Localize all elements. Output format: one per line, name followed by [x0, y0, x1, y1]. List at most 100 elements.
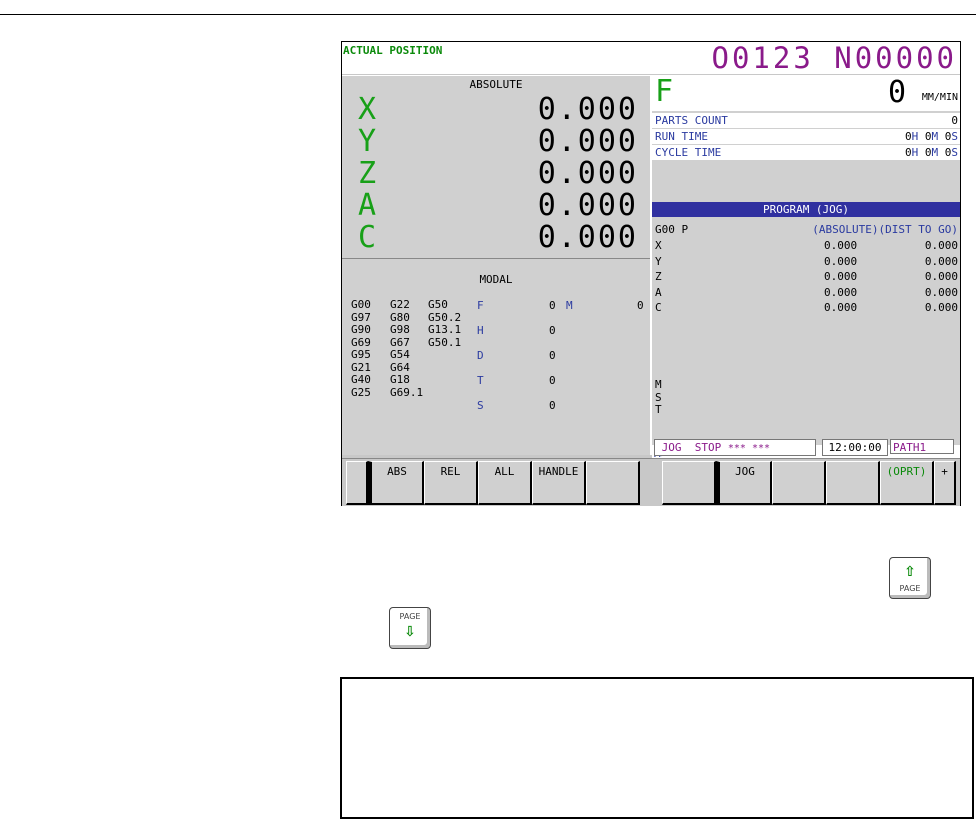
softkey-label: + — [941, 465, 948, 478]
softkey-empty-5[interactable] — [586, 461, 640, 505]
g-code: G69.1 — [390, 385, 424, 399]
status-path: PATH1 — [890, 439, 954, 454]
page-up-label: PAGE — [899, 584, 921, 593]
modal-label: MODAL — [479, 273, 513, 286]
program-absolute: 0.000 — [824, 255, 858, 268]
cycle-time-hours: 0 — [905, 146, 912, 159]
softkey-label: REL — [440, 465, 461, 478]
modal-m-value: 0 — [637, 299, 644, 312]
feed-display: F 0 MM/MIN — [652, 75, 960, 111]
status-stars: *** *** — [727, 443, 771, 454]
page-up-key[interactable]: ⇧ PAGE — [889, 557, 931, 599]
cycle-time-minutes: 0 — [924, 146, 932, 159]
program-bar: PROGRAM (JOG) — [652, 202, 960, 217]
g-code: G95 — [351, 348, 371, 361]
axis-row: A 0.000 — [342, 190, 642, 222]
axis-row: X 0.000 — [342, 94, 642, 126]
minutes-unit: M — [931, 130, 939, 143]
mst-label: M — [655, 378, 662, 391]
cycle-time-row: CYCLE TIME 0H 0M 0S — [652, 145, 960, 160]
g-code: G22 — [390, 298, 410, 311]
axis-name: Y — [358, 124, 377, 159]
status-time: 12:00:00 — [822, 439, 888, 456]
mst-label: T — [655, 403, 662, 416]
softkey-rel[interactable]: REL — [424, 461, 478, 505]
softkey-oprt[interactable]: (OPRT) — [880, 461, 934, 505]
program-absolute: 0.000 — [824, 301, 858, 314]
program-absolute: 0.000 — [824, 286, 858, 299]
absolute-position-panel: ABSOLUTE X 0.000 Y 0.000 Z 0.000 A 0.000… — [342, 75, 650, 258]
softkey-handle[interactable]: HANDLE — [532, 461, 586, 505]
page-down-arrow-icon: ⇩ — [404, 624, 416, 640]
hours-unit: H — [911, 130, 919, 143]
program-dist: 0.000 — [924, 301, 958, 314]
g-code: G00 — [351, 298, 371, 311]
softkey-label: HANDLE — [538, 465, 579, 478]
program-axis: Y — [655, 255, 662, 268]
parts-count-label: PARTS COUNT — [655, 114, 728, 127]
page-down-key[interactable]: PAGE ⇩ — [389, 607, 431, 649]
axis-row: Z 0.000 — [342, 158, 642, 190]
program-head-right: (ABSOLUTE)(DIST TO GO) — [812, 223, 958, 236]
status-mode-box: JOG STOP *** *** — [654, 439, 816, 456]
seconds-unit: S — [951, 146, 958, 159]
g-code: G50 — [428, 298, 448, 311]
program-dist: 0.000 — [924, 239, 958, 252]
modal-code-value: 0 — [549, 399, 556, 412]
g-code: G13.1 — [428, 323, 462, 336]
modal-code-key: T — [477, 374, 484, 387]
axis-value: 0.000 — [537, 188, 638, 223]
screen-title: ACTUAL POSITION — [343, 44, 443, 57]
modal-code-key: D — [477, 349, 484, 362]
mst-codes: M S T — [655, 378, 662, 417]
program-dist: 0.000 — [924, 270, 958, 283]
softkey-empty-8[interactable] — [772, 461, 826, 505]
modal-code-value: 0 — [549, 324, 556, 337]
softkey-empty-9[interactable] — [826, 461, 880, 505]
run-time-hours: 0 — [905, 130, 912, 143]
softkey-all[interactable]: ALL — [478, 461, 532, 505]
cnc-screen: ACTUAL POSITION O0123 N00000 ABSOLUTE X … — [341, 41, 961, 506]
axis-row: Y 0.000 — [342, 126, 642, 158]
softkey-empty-6[interactable] — [662, 461, 716, 505]
g-code: G90 — [351, 323, 371, 336]
parts-count-row: PARTS COUNT 0 — [652, 113, 960, 128]
softkey-label: (OPRT) — [886, 465, 927, 478]
feed-unit: MM/MIN — [921, 92, 958, 103]
parts-count-value: 0 — [951, 114, 958, 127]
absolute-label: ABSOLUTE — [469, 78, 523, 91]
softkey-next[interactable]: + — [934, 461, 956, 505]
program-number: O0123 N00000 — [711, 41, 957, 75]
axis-row: C 0.000 — [342, 222, 642, 254]
axis-value: 0.000 — [537, 220, 638, 255]
g-code: G25 — [351, 385, 371, 399]
program-axis: Z — [655, 270, 662, 283]
softkey-label: ABS — [387, 465, 407, 478]
program-axis: A — [655, 286, 662, 299]
status-mode: JOG — [661, 441, 682, 454]
g-code: G54 — [390, 348, 410, 361]
axis-value: 0.000 — [537, 156, 638, 191]
run-time-label: RUN TIME — [655, 130, 708, 143]
modal-code-key: H — [477, 324, 484, 337]
run-time-minutes: 0 — [924, 130, 932, 143]
axis-value: 0.000 — [537, 124, 638, 159]
status-line: JOG STOP *** *** 12:00:00 PATH1 — [654, 439, 954, 456]
screen-header: ACTUAL POSITION O0123 N00000 — [342, 42, 960, 74]
note-box — [340, 677, 974, 819]
hours-unit: H — [911, 146, 919, 159]
modal-m-key: M — [566, 299, 573, 312]
softkey-jog[interactable]: JOG — [716, 461, 772, 505]
modal-code-key: S — [477, 399, 484, 412]
program-panel: F 0 MM/MIN PARTS COUNT 0 RUN TIME 0H 0M … — [652, 75, 960, 462]
program-row: Y 0.000 0.000 — [652, 255, 960, 270]
softkey-abs[interactable]: ABS — [368, 461, 424, 505]
g-code-column-3: G50 G50.2 G13.1 G50.1 — [428, 298, 462, 349]
g-code-column-2: G22 G80 G98 G67 G54 G64 G18 G69.1 — [390, 298, 424, 399]
feed-value: 0 — [887, 75, 906, 110]
g-code: G40 — [351, 373, 371, 386]
softkey-bar: ABS REL ALL HANDLE JOG (OPRT) + — [342, 458, 960, 506]
g-code: G18 — [390, 373, 410, 386]
softkey-left-return[interactable] — [346, 461, 368, 505]
modal-code-value: 0 — [549, 374, 556, 387]
